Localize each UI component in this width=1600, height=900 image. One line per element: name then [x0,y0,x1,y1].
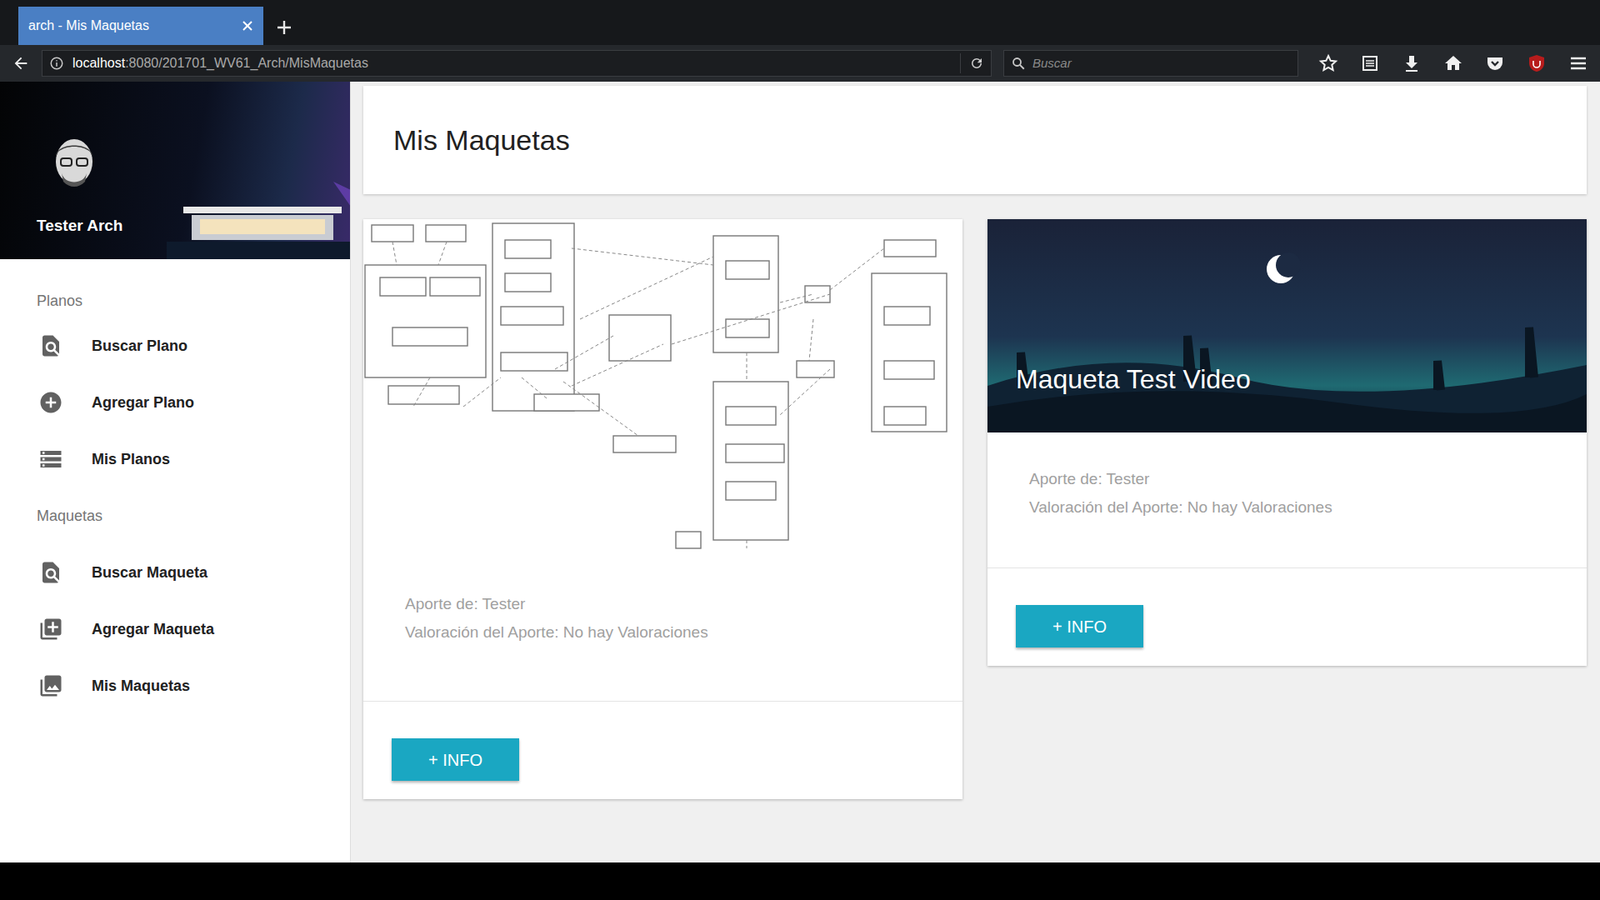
app-content: Tester Arch Planos Buscar Plano Agregar Pla… [0,81,1600,863]
user-name: Tester Arch [36,214,123,239]
card-title[interactable]: Maqueta Test Video [1015,359,1251,400]
nav-bar: localhost:8080/201701_WV61_Arch/MisMaque… [0,45,1600,82]
sidebar-label[interactable]: Mis Maquetas [91,675,190,698]
info-button[interactable]: + INFO [391,738,520,781]
sidebar-item[interactable]: Agregar Plano [0,374,350,431]
storage-icon[interactable] [38,446,64,472]
diagram-image[interactable] [363,219,963,551]
card-body: Aporte de: Tester Valoración del Aporte: … [363,550,963,701]
sidebar-item[interactable]: Buscar Plano [0,317,350,375]
add-circle-icon[interactable] [38,390,64,415]
home-icon[interactable] [1443,53,1464,74]
pocket-icon[interactable] [1485,53,1505,74]
browser-tab[interactable]: arch - Mis Maquetas [18,6,264,45]
reload-icon[interactable] [969,55,985,71]
sidebar-label[interactable]: Buscar Maqueta [91,561,208,585]
new-tab-icon[interactable] [276,20,292,35]
sidebar-item[interactable]: Mis Planos [0,430,350,488]
separator [960,53,961,74]
sidebar-label[interactable]: Buscar Plano [91,335,188,358]
section-header: Planos [0,284,350,318]
find-in-page-icon[interactable] [38,333,64,359]
url-path[interactable]: :8080/201701_WV61_Arch/MisMaquetas [125,53,369,74]
toolbar [1310,53,1589,74]
download-icon[interactable] [1401,53,1422,74]
maqueta-card: Maqueta Test Video Aporte de: Tester Valor… [987,219,1587,666]
reading-list-icon[interactable] [1360,53,1380,74]
info-button[interactable]: + INFO [1015,605,1144,648]
sidebar: Tester Arch Planos Buscar Plano Agregar Pla… [0,81,351,863]
url-host[interactable]: localhost [72,53,125,74]
back-arrow-icon[interactable] [11,54,30,73]
info-icon[interactable] [49,55,65,71]
section-header: Maquetas [0,487,350,545]
sidebar-menu: Planos Buscar Plano Agregar Plano Mis Plano… [0,259,350,715]
card-author: Aporte de: Tester [405,594,946,615]
tab-bar: arch - Mis Maquetas [0,0,1600,45]
card-author: Aporte de: Tester [1029,469,1570,490]
card-grid: Aporte de: Tester Valoración del Aporte: … [363,219,1587,800]
add-to-photos-icon[interactable] [38,616,64,642]
ublock-icon[interactable] [1526,53,1547,74]
sidebar-item[interactable]: Agregar Maqueta [0,600,350,658]
page-header: Mis Maquetas [363,85,1587,195]
sidebar-label[interactable]: Agregar Maqueta [91,618,215,641]
house-icon [166,181,350,260]
sidebar-item[interactable]: Mis Maquetas [0,657,350,715]
sidebar-item[interactable]: Buscar Maqueta [0,544,350,601]
close-icon[interactable] [241,20,254,32]
search-input[interactable] [1032,54,1291,74]
sidebar-label[interactable]: Agregar Plano [91,391,195,415]
search-field[interactable] [1003,50,1299,77]
night-landscape-icon [987,219,1587,433]
maqueta-card: Aporte de: Tester Valoración del Aporte: … [363,219,963,800]
card-image[interactable]: Maqueta Test Video [987,219,1587,433]
search-icon [1010,55,1026,71]
card-body: Aporte de: Tester Valoración del Aporte: … [987,432,1587,568]
url-text[interactable]: localhost:8080/201701_WV61_Arch/MisMaque… [72,53,952,74]
main-area: Mis Maquetas Aporte de: Tester Valoración … [350,81,1600,863]
card-rating: Valoración del Aporte: No hay Valoracion… [1029,497,1570,518]
bottom-letterbox [0,862,1600,900]
sidebar-label[interactable]: Mis Planos [91,448,170,471]
tab-label[interactable]: arch - Mis Maquetas [28,15,150,36]
avatar-icon[interactable] [45,131,104,195]
star-icon[interactable] [1318,53,1339,74]
photo-library-icon[interactable] [38,673,64,699]
menu-icon[interactable] [1568,53,1589,74]
card-actions: + INFO [363,700,963,800]
find-in-page-icon[interactable] [38,560,64,585]
address-bar[interactable]: localhost:8080/201701_WV61_Arch/MisMaque… [41,50,992,77]
card-actions: + INFO [987,567,1587,666]
card-rating: Valoración del Aporte: No hay Valoracion… [405,622,946,643]
page-title: Mis Maquetas [393,119,570,162]
sidebar-header: Tester Arch [0,81,350,260]
